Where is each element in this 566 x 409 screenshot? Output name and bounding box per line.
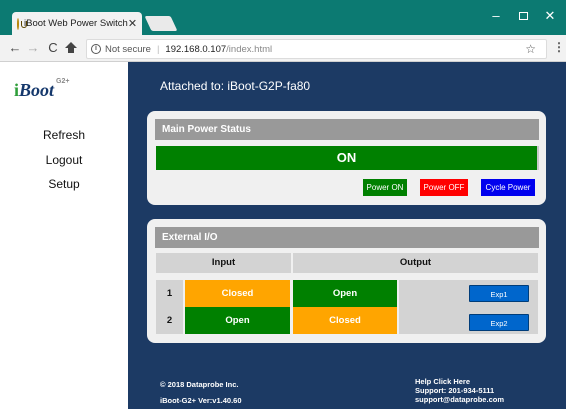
io-input-state: Closed xyxy=(185,280,290,307)
exp1-button[interactable]: Exp1 xyxy=(469,285,529,302)
window-minimize-button[interactable]: – xyxy=(486,8,506,23)
tab-title: iBoot Web Power Switch xyxy=(24,18,128,29)
browser-menu-icon[interactable]: ⋮ xyxy=(553,40,565,54)
support-email-link[interactable]: support@dataprobe.com xyxy=(415,395,504,404)
sidebar: i Boot G2+ Refresh Logout Setup xyxy=(0,62,128,409)
external-io-panel: External I/O Input Output 1 Closed Open … xyxy=(147,219,546,343)
new-tab-button[interactable] xyxy=(144,16,178,31)
power-on-button[interactable]: Power ON xyxy=(363,179,407,196)
io-input-state: Open xyxy=(185,307,290,334)
home-icon xyxy=(65,42,77,54)
tab-close-icon[interactable]: ✕ xyxy=(128,17,137,30)
io-row-number: 1 xyxy=(156,280,183,307)
browser-toolbar: ← → C i Not secure | 192.168.0.107 /inde… xyxy=(0,35,566,62)
bookmark-star-icon[interactable]: ☆ xyxy=(525,42,536,56)
sidebar-item-refresh[interactable]: Refresh xyxy=(0,128,128,142)
maximize-icon xyxy=(518,12,528,20)
url-path: /index.html xyxy=(226,43,273,55)
main-power-panel: Main Power Status ON Power ON Power OFF … xyxy=(147,111,546,205)
sidebar-item-logout[interactable]: Logout xyxy=(0,153,128,167)
support-phone: Support: 201-934-5111 xyxy=(415,386,495,395)
footer-version: iBoot-G2+ Ver:v1.40.60 xyxy=(160,396,242,405)
power-off-button[interactable]: Power OFF xyxy=(420,179,468,196)
logo-boot: Boot xyxy=(19,80,55,100)
browser-titlebar: iBoot Web Power Switch ✕ – ✕ xyxy=(0,0,566,35)
security-label: Not secure xyxy=(105,43,151,55)
url-separator: | xyxy=(156,43,160,55)
back-arrow-icon[interactable]: ← xyxy=(8,40,22,55)
url-host: 192.168.0.107 xyxy=(165,43,227,55)
exp2-button[interactable]: Exp2 xyxy=(469,314,529,331)
window-close-button[interactable]: ✕ xyxy=(540,8,560,24)
iboot-logo: i Boot G2+ xyxy=(14,77,69,99)
favicon-icon xyxy=(17,17,27,30)
reload-icon[interactable]: C xyxy=(46,40,60,55)
power-status-edge xyxy=(537,146,539,170)
attached-device-label: Attached to: iBoot-G2P-fa80 xyxy=(160,79,311,93)
window-maximize-button[interactable] xyxy=(513,8,533,23)
address-bar[interactable]: i Not secure | 192.168.0.107 /index.html… xyxy=(86,39,547,59)
footer-support: Help Click Here Support: 201-934-5111 su… xyxy=(415,377,504,404)
sidebar-item-setup[interactable]: Setup xyxy=(0,177,128,191)
footer-copyright: © 2018 Dataprobe Inc. xyxy=(160,380,239,389)
info-icon: i xyxy=(91,44,101,54)
browser-tab[interactable]: iBoot Web Power Switch ✕ xyxy=(12,12,142,35)
home-button[interactable] xyxy=(64,40,78,55)
forward-arrow-icon[interactable]: → xyxy=(26,40,40,55)
io-row-number: 2 xyxy=(156,307,183,334)
logo-superscript: G2+ xyxy=(56,78,70,85)
io-output-state: Closed xyxy=(293,307,397,334)
cycle-power-button[interactable]: Cycle Power xyxy=(481,179,535,196)
io-output-state: Open xyxy=(293,280,397,307)
help-link[interactable]: Help Click Here xyxy=(415,377,504,386)
output-column-header: Output xyxy=(293,253,538,273)
main-power-header: Main Power Status xyxy=(155,119,539,140)
external-io-header: External I/O xyxy=(155,227,539,248)
power-status-indicator: ON xyxy=(156,146,537,170)
input-column-header: Input xyxy=(156,253,291,273)
